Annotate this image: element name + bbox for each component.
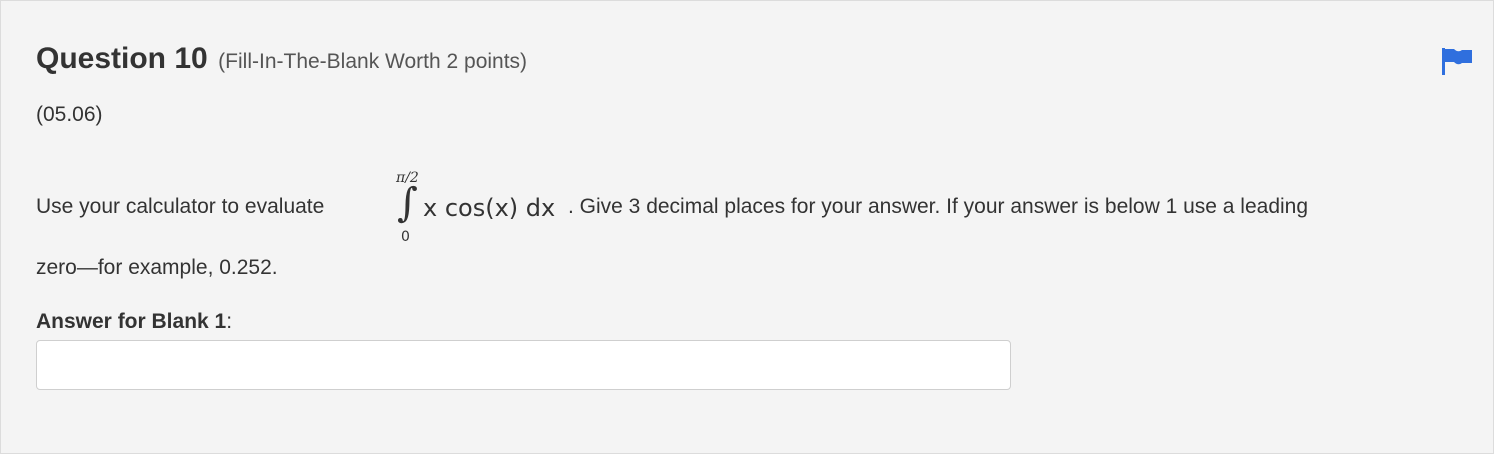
integral-lower-limit: 0: [401, 229, 410, 245]
answer-label-suffix: :: [226, 310, 233, 333]
question-text-before: Use your calculator to evaluate: [36, 195, 325, 218]
integral-sign-icon: ∫: [397, 180, 418, 226]
question-text-after: . Give 3 decimal places for your answer.…: [568, 195, 1309, 218]
answer-input[interactable]: [36, 340, 1011, 390]
integral-expression: π/2 ∫ 0 x cos(x) dx: [388, 161, 564, 256]
question-title: Question 10: [36, 42, 208, 75]
question-panel: Question 10 (Fill-In-The-Blank Worth 2 p…: [0, 0, 1494, 454]
question-code: (05.06): [36, 103, 103, 126]
integrand: x cos(x) dx: [423, 194, 556, 222]
flag-icon[interactable]: [1439, 46, 1475, 76]
answer-label-bold: Answer for Blank 1: [36, 310, 227, 333]
question-text-line2: zero—for example, 0.252.: [36, 256, 278, 279]
answer-label: Answer for Blank 1:: [36, 310, 232, 334]
question-header: Question 10 (Fill-In-The-Blank Worth 2 p…: [36, 42, 527, 76]
question-meta: (Fill-In-The-Blank Worth 2 points): [218, 50, 528, 73]
